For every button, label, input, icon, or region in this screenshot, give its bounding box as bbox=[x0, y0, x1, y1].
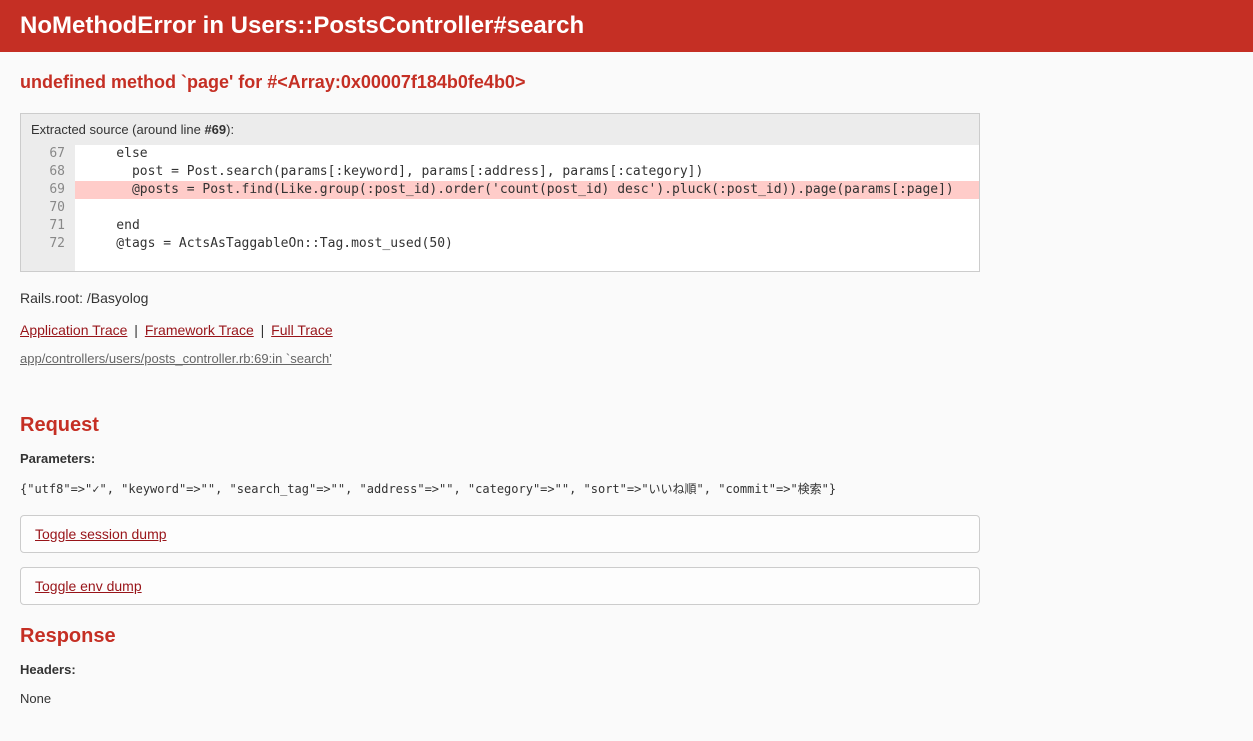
separator: | bbox=[261, 322, 265, 338]
source-line: 71 end bbox=[21, 217, 979, 235]
line-code: @posts = Post.find(Like.group(:post_id).… bbox=[75, 181, 979, 199]
toggle-env-box: Toggle env dump bbox=[20, 567, 980, 605]
error-message: undefined method `page' for #<Array:0x00… bbox=[20, 72, 980, 93]
source-line-number: #69 bbox=[204, 122, 226, 137]
headers-label: Headers: bbox=[20, 662, 980, 677]
extracted-source: Extracted source (around line #69): 67 e… bbox=[20, 113, 980, 272]
source-intro-close: ): bbox=[226, 122, 234, 137]
source-header: Extracted source (around line #69): bbox=[21, 114, 979, 145]
line-code: end bbox=[75, 217, 979, 235]
error-header: NoMethodError in Users::PostsController#… bbox=[0, 0, 1253, 52]
toggle-session-dump[interactable]: Toggle session dump bbox=[35, 526, 167, 542]
rails-root: Rails.root: /Basyolog bbox=[20, 290, 980, 306]
error-title: NoMethodError in Users::PostsController#… bbox=[20, 12, 1233, 40]
line-code bbox=[75, 199, 979, 217]
trace-links: Application Trace | Framework Trace | Fu… bbox=[20, 322, 980, 338]
request-heading: Request bbox=[20, 414, 980, 437]
headers-value: None bbox=[20, 691, 980, 706]
line-code: post = Post.search(params[:keyword], par… bbox=[75, 163, 979, 181]
source-line: 68 post = Post.search(params[:keyword], … bbox=[21, 163, 979, 181]
source-table: 67 else68 post = Post.search(params[:key… bbox=[21, 145, 979, 271]
separator: | bbox=[134, 322, 138, 338]
parameters-label: Parameters: bbox=[20, 451, 980, 466]
source-line: 67 else bbox=[21, 145, 979, 163]
line-number: 71 bbox=[21, 217, 75, 235]
parameters-dump: {"utf8"=>"✓", "keyword"=>"", "search_tag… bbox=[20, 480, 980, 497]
source-intro: Extracted source (around line bbox=[31, 122, 204, 137]
line-code: @tags = ActsAsTaggableOn::Tag.most_used(… bbox=[75, 235, 979, 253]
toggle-env-dump[interactable]: Toggle env dump bbox=[35, 578, 142, 594]
source-line: 72 @tags = ActsAsTaggableOn::Tag.most_us… bbox=[21, 235, 979, 253]
framework-trace-link[interactable]: Framework Trace bbox=[145, 322, 254, 338]
source-line: 69 @posts = Post.find(Like.group(:post_i… bbox=[21, 181, 979, 199]
trace-line[interactable]: app/controllers/users/posts_controller.r… bbox=[20, 351, 332, 366]
application-trace-link[interactable]: Application Trace bbox=[20, 322, 127, 338]
line-number: 70 bbox=[21, 199, 75, 217]
line-number: 68 bbox=[21, 163, 75, 181]
line-number: 72 bbox=[21, 235, 75, 253]
response-heading: Response bbox=[20, 625, 980, 648]
line-number: 69 bbox=[21, 181, 75, 199]
line-code: else bbox=[75, 145, 979, 163]
full-trace-link[interactable]: Full Trace bbox=[271, 322, 332, 338]
line-number: 67 bbox=[21, 145, 75, 163]
toggle-session-box: Toggle session dump bbox=[20, 515, 980, 553]
source-line: 70 bbox=[21, 199, 979, 217]
